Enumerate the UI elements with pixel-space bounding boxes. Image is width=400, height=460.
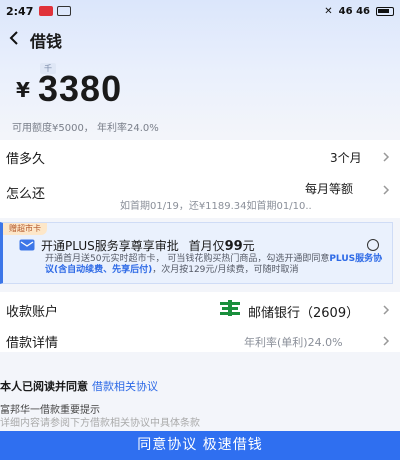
loan-options-card: 借多久 3个月 怎么还 每月等额 如首期01/19，还¥1189.34如首期01… [0,140,400,218]
promo-title: 开通PLUS服务享尊享审批 首月仅99元 [41,237,255,254]
repay-detail: 如首期01/19，还¥1189.34如首期01/10.. [120,201,312,212]
promo-desc-text: 开通首月送50元实时超市卡， 可当钱花购买热门商品，勾选开通即同意 [45,254,330,264]
agreement-text: 本人已阅读并同意 [0,380,88,393]
agree-and-borrow-button[interactable]: 同意协议 极速借钱 [0,431,400,460]
promo-price-unit: 元 [242,239,255,253]
notification-icon [57,6,72,16]
mute-icon: ✕ [324,5,333,17]
loan-details-label: 借款详情 [6,336,59,351]
promo-desc-text-2: ，次月按129元/月续费，可随时取消 [152,265,299,275]
chevron-right-icon[interactable] [382,336,390,346]
battery-icon [376,6,394,16]
chevron-right-icon[interactable] [382,185,390,195]
status-time: 2:47 [6,4,34,18]
promo-title-suffix: 首月仅 [188,239,225,253]
currency-sign: ¥ [16,78,30,102]
borrow-term-label: 借多久 [6,152,46,167]
nav-bar: 借钱 [0,26,400,51]
promo-price: 99 [224,239,243,254]
promo-title-prefix: 开通PLUS服务享尊享审批 [41,239,179,253]
promo-tag: 赠超市卡 [3,223,47,235]
loan-agreement-link[interactable]: 借款相关协议 [92,380,158,393]
chevron-right-icon[interactable] [382,305,390,315]
promo-description: 开通首月送50元实时超市卡， 可当钱花购买热门商品，勾选开通即同意PLUS服务协… [45,254,385,276]
loan-amount[interactable]: 3380 [38,68,122,110]
postal-bank-logo-icon [220,300,240,316]
important-tip-sub: 详细内容请参阅下方借款相关协议中具体条款 [0,418,200,429]
amount-display[interactable]: ¥ 3380 [16,68,316,110]
notification-app-icon [39,6,54,16]
quota-text: 可用额度¥5000， 年利率24.0% [12,123,159,134]
agreement-line: 本人已阅读并同意 借款相关协议 [0,378,158,394]
plus-promo-card[interactable]: 赠超市卡 开通PLUS服务享尊享审批 首月仅99元 开通首月送50元实时超市卡，… [0,222,393,284]
promo-radio[interactable] [367,239,379,251]
status-bar: 2:47 ✕ 46 46 [0,0,400,22]
repay-label: 怎么还 [6,187,46,202]
envelope-icon [19,239,35,251]
borrow-term-value[interactable]: 3个月 [330,149,362,166]
bank-account-value[interactable]: 邮储银行（2609） [248,302,359,321]
account-card: 收款账户 邮储银行（2609） 借款详情 年利率(单利)24.0% [0,292,400,352]
signal-text: 46 46 [338,5,370,17]
chevron-right-icon[interactable] [382,152,390,162]
account-label: 收款账户 [6,305,59,320]
loan-details-value[interactable]: 年利率(单利)24.0% [244,334,343,350]
page-title: 借钱 [30,32,63,51]
status-right: ✕ 46 46 [324,6,394,17]
back-arrow-icon[interactable] [6,29,22,47]
repay-value[interactable]: 每月等额 [305,180,353,197]
